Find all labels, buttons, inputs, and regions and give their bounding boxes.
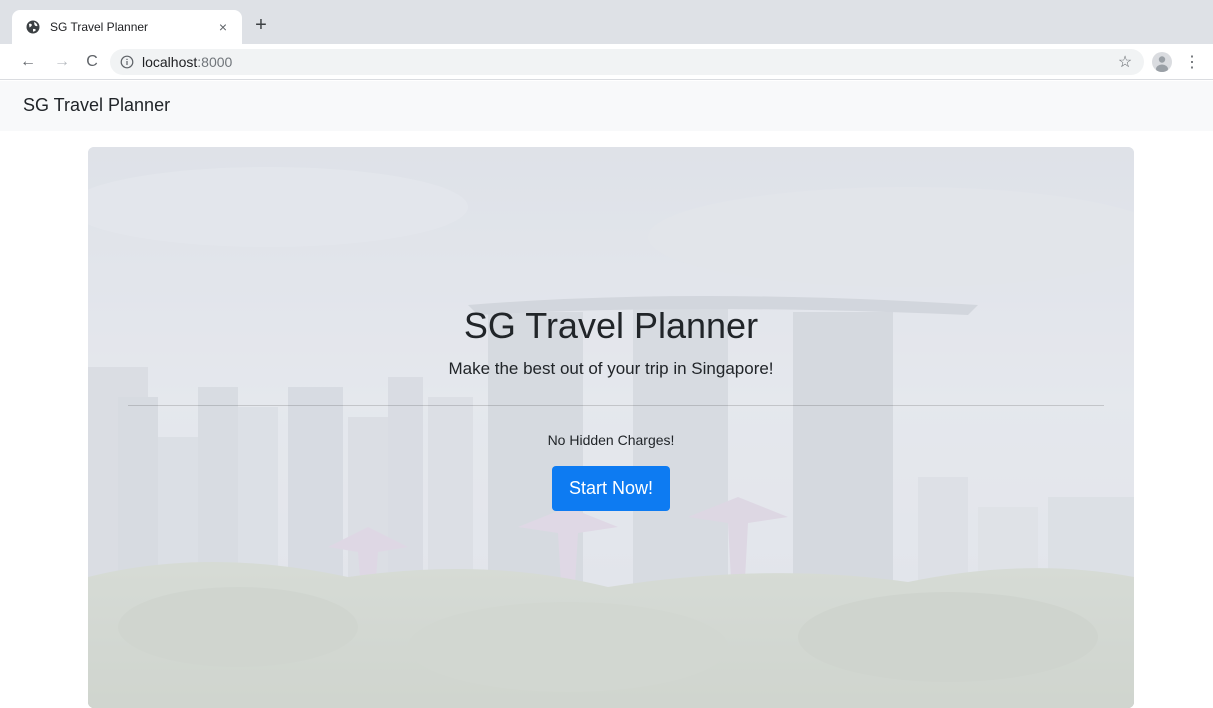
start-now-button[interactable]: Start Now!: [552, 466, 670, 511]
close-tab-icon[interactable]: ×: [214, 19, 232, 35]
info-icon[interactable]: [120, 55, 134, 69]
tab-title: SG Travel Planner: [50, 20, 149, 34]
bookmark-star-icon[interactable]: ☆: [1115, 52, 1135, 72]
hero-lead: Make the best out of your trip in Singap…: [448, 359, 774, 378]
navbar-brand[interactable]: SG Travel Planner: [23, 95, 170, 116]
app-navbar: SG Travel Planner: [0, 81, 1213, 131]
url-host: localhost: [142, 54, 198, 70]
back-button[interactable]: ←: [16, 50, 40, 74]
hero-divider: [128, 405, 1104, 406]
hero-note: No Hidden Charges!: [547, 432, 675, 448]
forward-button[interactable]: →: [50, 50, 74, 74]
hero-overlay: [88, 147, 1134, 708]
url-port: :8000: [197, 54, 233, 70]
browser-tab-strip: SG Travel Planner × +: [0, 0, 1213, 44]
hero-title: SG Travel Planner: [463, 305, 759, 346]
address-bar[interactable]: localhost :8000: [110, 49, 1144, 75]
browser-menu-icon[interactable]: ⋮: [1184, 52, 1200, 72]
profile-avatar-icon[interactable]: [1152, 52, 1172, 72]
reload-button[interactable]: C: [80, 50, 104, 74]
globe-icon: [26, 20, 40, 34]
new-tab-button[interactable]: +: [250, 14, 272, 36]
browser-toolbar: ← → C localhost :8000 ☆ ⋮: [0, 44, 1213, 80]
browser-tab[interactable]: SG Travel Planner ×: [12, 10, 242, 44]
hero-jumbotron: SG Travel Planner Make the best out of y…: [88, 147, 1134, 708]
